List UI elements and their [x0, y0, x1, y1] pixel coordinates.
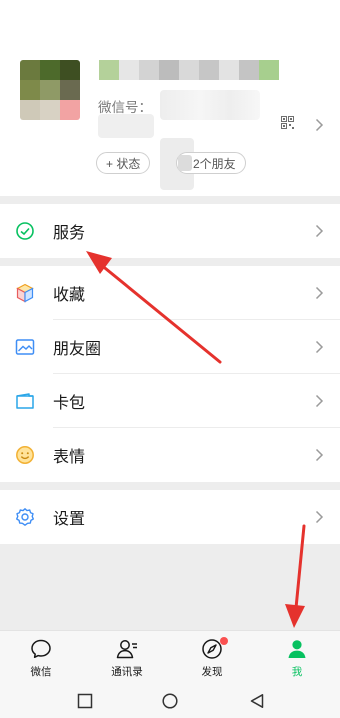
nickname-redacted	[99, 60, 279, 80]
discover-badge	[220, 637, 228, 645]
menu-item-stickers[interactable]: 表情	[0, 428, 340, 482]
service-section: 服务	[0, 204, 340, 258]
chevron-right-icon	[315, 448, 324, 462]
system-navigation-bar	[0, 684, 340, 718]
menu-item-favorites[interactable]: 收藏	[0, 266, 340, 320]
wechat-id-redacted	[160, 90, 260, 120]
chevron-right-icon	[315, 394, 324, 408]
cards-icon	[16, 393, 34, 409]
tab-label-discover: 发现	[201, 666, 223, 678]
wechat-id-redacted-extra	[98, 114, 154, 138]
section-divider	[0, 196, 340, 204]
tab-chats[interactable]: 微信	[6, 637, 76, 679]
back-triangle-icon[interactable]	[249, 693, 265, 709]
menu-label-moments: 朋友圈	[53, 341, 102, 358]
avatar[interactable]	[20, 60, 80, 120]
square-nav-icon[interactable]	[77, 693, 93, 709]
tab-discover[interactable]: 发现	[177, 637, 247, 679]
service-icon	[16, 222, 34, 240]
profile-chevron-right-icon[interactable]	[315, 118, 324, 132]
tab-label-chats: 微信	[30, 666, 52, 678]
qr-code-icon[interactable]	[281, 116, 294, 129]
contacts-icon	[116, 640, 137, 659]
stickers-icon	[16, 446, 34, 464]
wechat-id-label: 微信号：	[98, 100, 152, 115]
menu-label-stickers: 表情	[53, 449, 86, 466]
menu-label-cards: 卡包	[53, 395, 86, 412]
menu-item-settings[interactable]: 设置	[0, 490, 340, 544]
tab-contacts[interactable]: 通讯录	[92, 637, 162, 679]
menu-item-cards[interactable]: 卡包	[0, 374, 340, 428]
settings-section: 设置	[0, 490, 340, 544]
moments-icon	[15, 339, 35, 355]
tab-label-contacts: 通讯录	[111, 666, 143, 678]
tab-label-me: 我	[291, 666, 303, 678]
person-icon	[288, 640, 306, 658]
menu-label-favorites: 收藏	[53, 287, 86, 304]
circle-nav-icon[interactable]	[162, 693, 178, 709]
chevron-right-icon	[315, 340, 324, 354]
section-divider	[0, 258, 340, 266]
chevron-right-icon	[315, 510, 324, 524]
chevron-right-icon	[315, 286, 324, 300]
favorites-icon	[16, 283, 34, 303]
chevron-right-icon	[315, 224, 324, 238]
page-background	[0, 544, 340, 630]
chat-bubble-icon	[31, 639, 51, 659]
menu-label-service: 服务	[53, 225, 86, 242]
bottom-tab-bar: 微信 通讯录 发现 我	[0, 630, 340, 684]
menu-item-moments[interactable]: 朋友圈	[0, 320, 340, 374]
profile-header[interactable]: 微信号： + 状态 2个朋友	[0, 0, 340, 196]
section-divider	[0, 482, 340, 490]
menu-label-settings: 设置	[53, 511, 86, 528]
features-section: 收藏 朋友圈 卡包 表情	[0, 266, 340, 482]
settings-icon	[16, 508, 34, 526]
status-button[interactable]: + 状态	[96, 152, 151, 174]
menu-item-service[interactable]: 服务	[0, 204, 340, 258]
tab-me[interactable]: 我	[262, 637, 332, 679]
friends-avatar-redacted	[178, 155, 192, 171]
